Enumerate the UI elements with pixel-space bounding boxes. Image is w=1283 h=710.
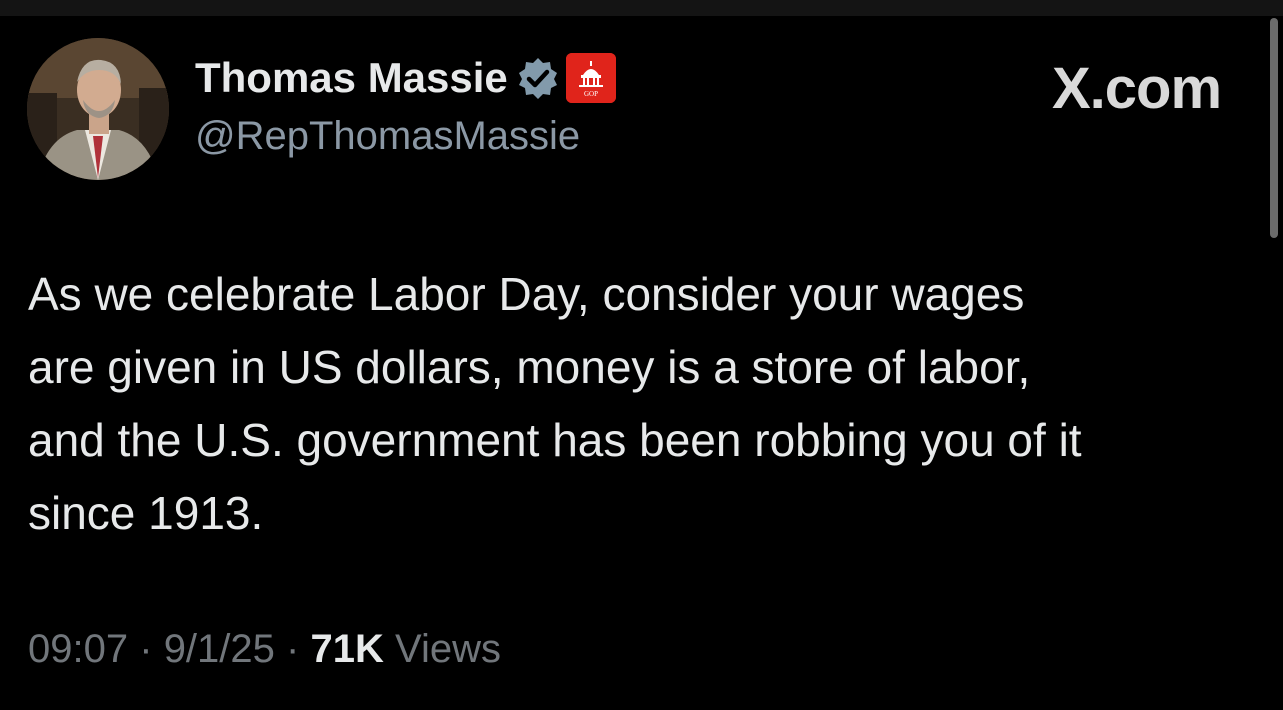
avatar-photo (27, 38, 169, 180)
author-display-name[interactable]: Thomas Massie (195, 54, 508, 102)
tweet-text: As we celebrate Labor Day, consider your… (28, 268, 1082, 539)
views-count[interactable]: 71K (310, 627, 383, 671)
author-handle[interactable]: @RepThomasMassie (195, 114, 580, 159)
verified-check-icon[interactable] (516, 56, 560, 100)
avatar[interactable] (27, 38, 169, 180)
house-gop-capitol-icon[interactable]: GOP (565, 53, 616, 103)
tweet-date[interactable]: 9/1/25 (164, 627, 275, 671)
top-strip (0, 0, 1283, 16)
views-label: Views (395, 627, 501, 671)
tweet-time[interactable]: 09:07 (28, 627, 128, 671)
tweet-meta: 09:07 · 9/1/25 · 71K Views (28, 627, 501, 672)
author-name-row: Thomas Massie GOP (195, 50, 616, 106)
affiliate-badge-text: GOP (584, 90, 598, 98)
meta-separator: · (286, 627, 300, 671)
meta-separator: · (139, 627, 153, 671)
x-logo[interactable]: X.com (1052, 55, 1222, 122)
scrollbar[interactable] (1270, 18, 1278, 238)
